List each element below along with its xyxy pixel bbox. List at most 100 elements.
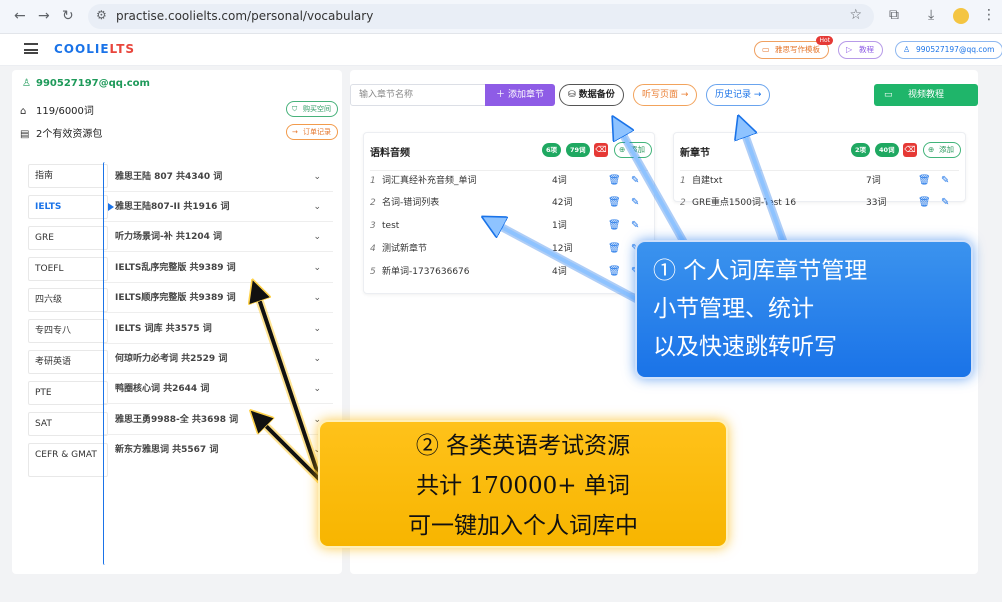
site-logo[interactable]: COOLIELTS [54,42,135,56]
resource-packs: ▤ 2个有效资源包 [20,125,102,140]
category-gre[interactable]: GRE [28,226,108,250]
chevron-down-icon[interactable]: ⌄ [313,374,321,404]
wordbook-item[interactable]: 鸭圈核心词 共2644 词 ⌄ [104,374,333,404]
delete-chapter-button[interactable]: ⌫ [903,143,917,157]
edit-icon[interactable]: ✎ [941,170,949,192]
trash-icon[interactable]: 🗑 [608,170,621,192]
wordbook-item[interactable]: 雅思王陆807-II 共1916 词 ⌄ [104,192,333,222]
word-count-badge: 40词 [875,143,899,157]
chevron-down-icon[interactable]: ⌄ [313,192,321,222]
trash-icon[interactable]: 🗑 [608,215,621,237]
wordbook-item[interactable]: 新东方雅思词 共5567 词⌄ [104,435,333,465]
add-section-button[interactable]: ⊕ 添加 [614,142,652,158]
chapter-search-input[interactable]: 输入章节名称 [350,84,486,106]
hamburger-menu-icon[interactable] [24,43,38,54]
extensions-icon[interactable]: ⧉ [889,7,899,23]
address-bar[interactable]: ⚙ practise.coolielts.com/personal/vocabu… [88,4,874,29]
section-count-badge: 2项 [851,143,871,157]
section-row[interactable]: 3 test 1词 🗑 ✎ [370,215,650,237]
wordbook-label: 雅思王陆 807 共4340 词 [115,172,223,182]
category-tem[interactable]: 专四专八 [28,319,108,343]
download-icon[interactable]: ⤓ [928,7,934,23]
category-cefr-gmat[interactable]: CEFR & GMAT [28,443,108,477]
buy-space-button[interactable]: ⛉ 购买空间 [286,101,338,117]
video-tutorial-button[interactable]: ▭ 视频教程 [874,84,978,106]
trash-icon[interactable]: 🗑 [918,192,931,214]
category-pte[interactable]: PTE [28,381,108,405]
category-kaoyan[interactable]: 考研英语 [28,350,108,374]
dictation-page-button[interactable]: 听写页面 → [633,84,698,106]
user-icon: ♙ [22,78,31,89]
order-history-button[interactable]: → 订单记录 [286,124,338,140]
row-index: 2 [680,198,686,208]
arrow-right-icon: → [680,90,689,100]
chevron-down-icon[interactable]: ⌄ [313,283,321,313]
back-icon[interactable]: ← [14,8,26,24]
delete-chapter-button[interactable]: ⌫ [594,143,608,157]
wordbook-item[interactable]: 听力场景词-补 共1204 词 ⌄ [104,222,333,252]
edit-icon[interactable]: ✎ [941,192,949,214]
writing-template-button[interactable]: ▭ 雅思写作模板 Hot [754,36,833,59]
section-row[interactable]: 2 GRE重点1500词-Test 16 33词 🗑 ✎ [680,192,960,214]
edit-icon[interactable]: ✎ [631,215,639,237]
chevron-down-icon[interactable]: ⌄ [313,162,321,192]
section-row[interactable]: 5新单词-17376366764词🗑✎ [370,261,650,283]
backup-button[interactable]: ⛁ 数据备份 [559,84,624,106]
site-info-icon[interactable]: ⚙ [96,8,107,22]
resource-panel: ♙ 990527197@qq.com ⌂ 119/6000词 ▤ 2个有效资源包 ⛉ 购… [12,70,342,574]
profile-avatar[interactable] [953,8,969,24]
forward-icon[interactable]: → [38,8,50,24]
trash-icon[interactable]: 🗑 [608,261,621,283]
account-label: 990527197@qq.com [916,45,995,54]
wordbook-label: 鸭圈核心词 共2644 词 [115,384,210,394]
category-toefl[interactable]: TOEFL [28,257,108,281]
menu-dots-icon[interactable]: ⋮ [982,7,996,23]
category-guide[interactable]: 指南 [28,164,108,188]
category-cet[interactable]: 四六级 [28,288,108,312]
tutorial-button[interactable]: ▷ 教程 [838,41,883,59]
chevron-down-icon[interactable]: ⌄ [313,253,321,283]
trash-icon[interactable]: 🗑 [608,192,621,214]
section-word-count: 12词 [552,244,573,254]
section-row[interactable]: 2 名词-错词列表 42词 🗑 ✎ [370,192,650,214]
row-index: 1 [370,176,376,186]
user-email-text: 990527197@qq.com [36,78,150,89]
callout-line: ① 个人词库章节管理 [653,258,868,284]
section-name: 新单词-1737636676 [382,267,470,277]
wordbook-item[interactable]: 雅思王陆 807 共4340 词 ⌄ [104,162,333,192]
section-word-count: 33词 [866,198,887,208]
chevron-down-icon[interactable]: ⌄ [313,314,321,344]
chevron-down-icon[interactable]: ⌄ [313,222,321,252]
wordbook-item[interactable]: 雅思王勇9988-全 共3698 词 ⌄ [104,405,333,435]
word-quota: ⌂ 119/6000词 [20,102,94,117]
wordbook-item[interactable]: IELTS顺序完整版 共9389 词 ⌄ [104,283,333,313]
history-button[interactable]: 历史记录 → [706,84,771,106]
resource-packs-text: 2个有效资源包 [36,129,103,140]
add-section-button[interactable]: ⊕ 添加 [923,142,961,158]
add-chapter-button[interactable]: ＋ 添加章节 [485,84,555,106]
chevron-down-icon[interactable]: ⌄ [313,344,321,374]
bookmark-star-icon[interactable]: ☆ [849,7,862,23]
logo-accent: LTS [109,42,136,56]
trash-icon[interactable]: 🗑 [918,170,931,192]
section-word-count: 4词 [552,267,567,277]
section-row[interactable]: 1 自建txt 7词 🗑 ✎ [680,170,960,192]
section-name: GRE重点1500词-Test 16 [692,198,797,208]
section-row[interactable]: 1 词汇真经补充音频_单词 4词 🗑 ✎ [370,170,650,192]
trash-icon[interactable]: 🗑 [608,238,621,260]
row-index: 4 [370,244,376,254]
edit-icon[interactable]: ✎ [631,170,639,192]
edit-icon[interactable]: ✎ [631,192,639,214]
section-count-badge: 6项 [542,143,562,157]
reload-icon[interactable]: ↻ [62,8,74,24]
category-sat[interactable]: SAT [28,412,108,436]
url-text: practise.coolielts.com/personal/vocabula… [116,9,374,23]
section-row[interactable]: 4测试新章节12词🗑✎ [370,238,650,260]
writing-template-label: 雅思写作模板 [775,45,820,54]
user-icon: ♙ [903,45,911,54]
category-ielts[interactable]: IELTS [28,195,114,219]
wordbook-item[interactable]: IELTS 词库 共3575 词 ⌄ [104,314,333,344]
wordbook-item[interactable]: 何琼听力必考词 共2529 词 ⌄ [104,344,333,374]
wordbook-item[interactable]: IELTS乱序完整版 共9389 词 ⌄ [104,253,333,283]
account-button[interactable]: ♙ 990527197@qq.com [895,41,1002,59]
